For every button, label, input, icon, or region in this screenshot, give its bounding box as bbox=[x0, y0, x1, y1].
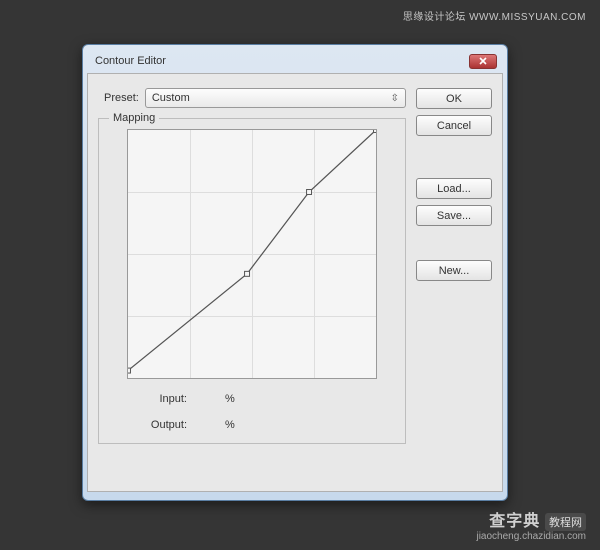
watermark-tag: 教程网 bbox=[545, 513, 586, 531]
watermark-top: 思缘设计论坛 WWW.MISSYUAN.COM bbox=[403, 8, 586, 23]
input-row: Input: % bbox=[127, 393, 397, 405]
load-button[interactable]: Load... bbox=[416, 178, 492, 199]
mapping-label: Mapping bbox=[109, 112, 159, 124]
cancel-button[interactable]: Cancel bbox=[416, 115, 492, 136]
save-button[interactable]: Save... bbox=[416, 205, 492, 226]
right-column: OK Cancel Load... Save... New... bbox=[416, 88, 492, 477]
window-title: Contour Editor bbox=[95, 55, 166, 67]
output-unit: % bbox=[225, 419, 235, 431]
output-row: Output: % bbox=[127, 419, 397, 431]
preset-select[interactable]: Custom ⇳ bbox=[145, 88, 406, 108]
close-button[interactable] bbox=[469, 54, 497, 69]
curve-points bbox=[128, 130, 376, 378]
preset-row: Preset: Custom ⇳ bbox=[98, 88, 406, 108]
ok-button[interactable]: OK bbox=[416, 88, 492, 109]
watermark-bottom: 查字典 教程网 jiaocheng.chazidian.com bbox=[476, 507, 586, 542]
client-area: Preset: Custom ⇳ Mapping bbox=[87, 73, 503, 492]
spacer bbox=[416, 142, 492, 172]
curve-handle[interactable] bbox=[128, 368, 130, 373]
preset-label: Preset: bbox=[104, 92, 139, 104]
mapping-fieldset: Mapping Input: % bbox=[98, 118, 406, 444]
close-icon bbox=[478, 56, 488, 66]
contour-editor-window: Contour Editor Preset: Custom ⇳ Mapping bbox=[82, 44, 508, 501]
curve-handle[interactable] bbox=[307, 190, 312, 195]
contour-graph[interactable] bbox=[127, 129, 377, 379]
preset-value: Custom bbox=[152, 92, 190, 104]
watermark-brand: 查字典 bbox=[489, 513, 540, 530]
new-button[interactable]: New... bbox=[416, 260, 492, 281]
curve-handle[interactable] bbox=[245, 271, 250, 276]
titlebar: Contour Editor bbox=[87, 49, 503, 73]
watermark-url: jiaocheng.chazidian.com bbox=[476, 531, 586, 542]
select-arrows-icon: ⇳ bbox=[391, 93, 399, 104]
input-unit: % bbox=[225, 393, 235, 405]
output-label: Output: bbox=[127, 419, 187, 431]
input-label: Input: bbox=[127, 393, 187, 405]
curve-handle[interactable] bbox=[374, 130, 376, 132]
left-column: Preset: Custom ⇳ Mapping bbox=[98, 88, 406, 477]
spacer bbox=[416, 232, 492, 254]
